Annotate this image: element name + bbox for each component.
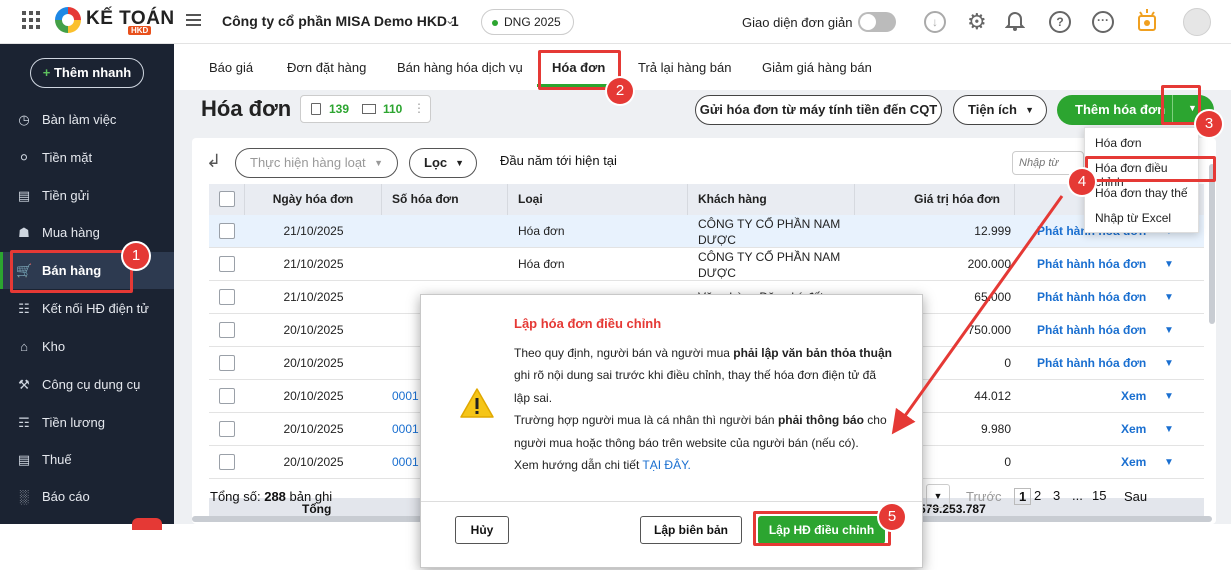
annotation-badge-2: 2 — [607, 78, 633, 104]
annotation-badge-3: 3 — [1196, 111, 1222, 137]
annotation-badge-1: 1 — [123, 243, 149, 269]
annotation-badge-5: 5 — [879, 504, 905, 530]
annotation-badge-4: 4 — [1069, 169, 1095, 195]
